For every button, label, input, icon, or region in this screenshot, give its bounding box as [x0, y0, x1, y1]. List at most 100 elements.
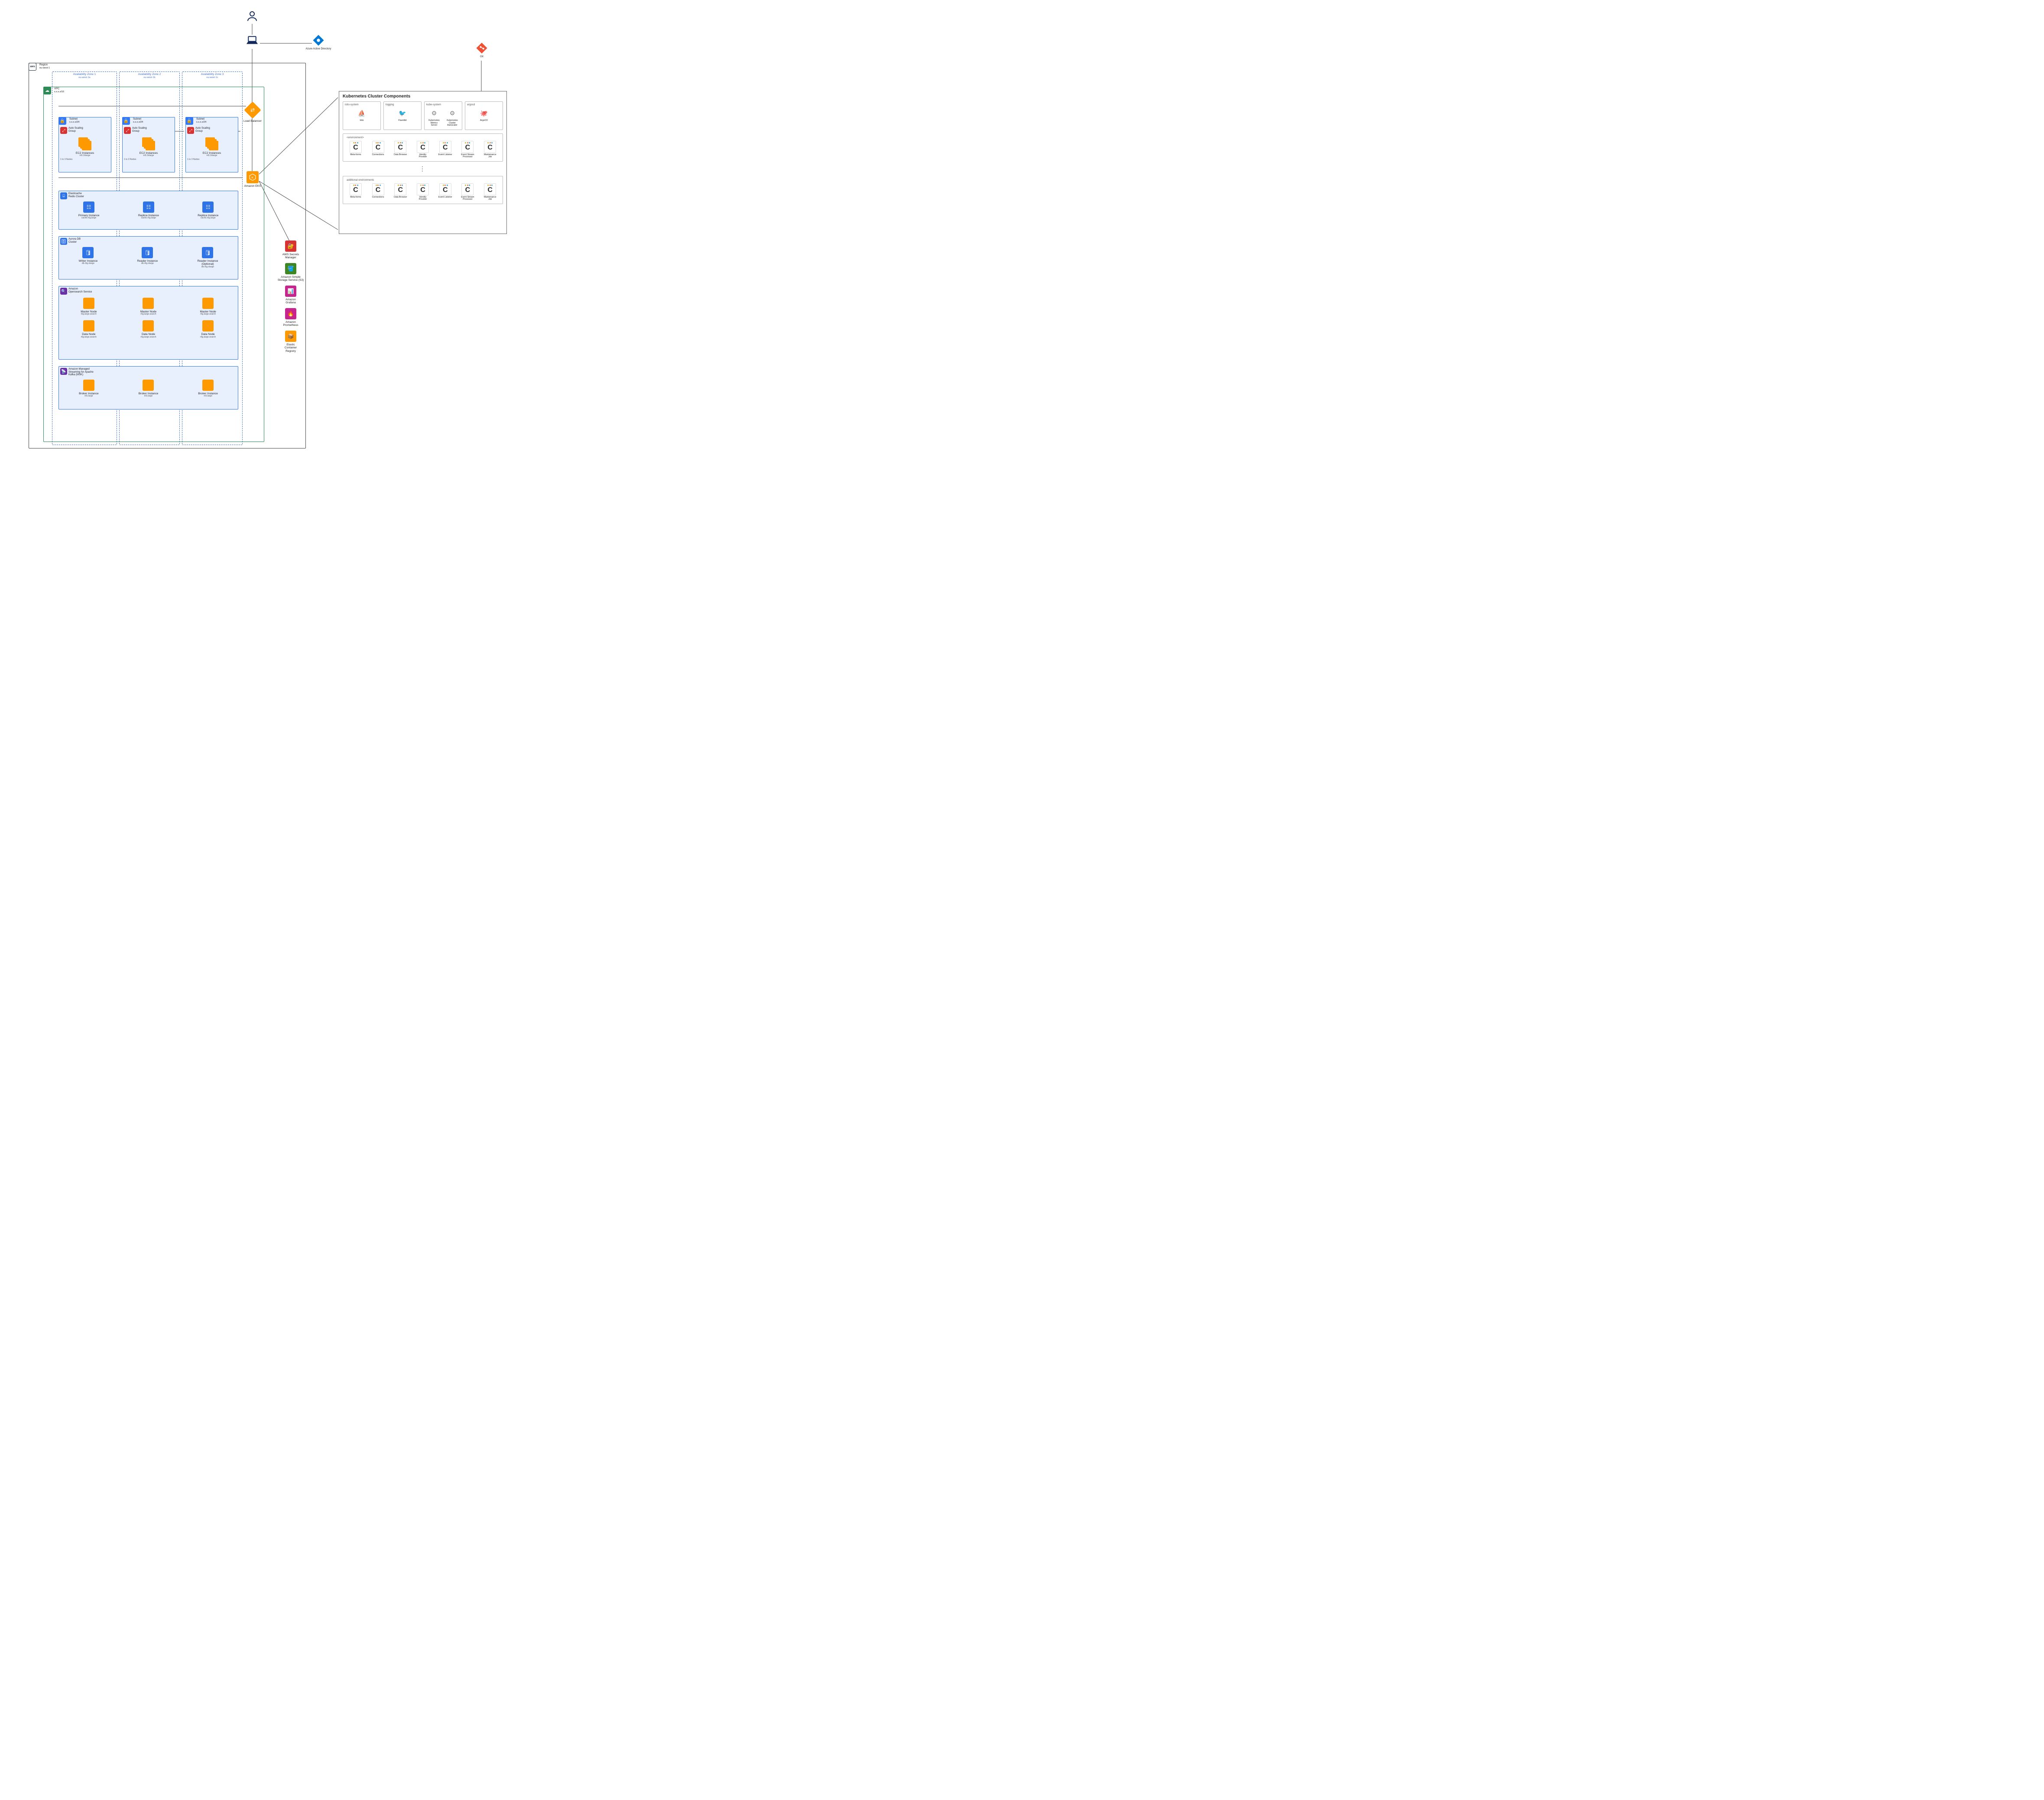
app-logo: C	[417, 141, 429, 153]
namespace-title: istio-system	[345, 104, 379, 106]
asg-1-label: Auto Scaling Group	[68, 127, 83, 133]
app-logo: C	[484, 141, 496, 153]
aurora-frame: 🗄Aurora DB Cluster 🛢Writer Instancedb.r6…	[58, 236, 238, 279]
lock-icon: 🔒	[185, 117, 193, 125]
app-logo: C	[394, 141, 406, 153]
k8s-title: Kubernetes Cluster Components	[343, 94, 506, 99]
app-label: Meta-forms	[350, 196, 361, 199]
azure-ad-icon: Azure Active Directory	[303, 34, 334, 51]
subnet-1-label: Subnet	[69, 118, 78, 120]
msk-title: Amazon Managed Streaming for Apache Kafk…	[68, 368, 94, 377]
aws-service-elastic-container-registry: 📦Elastic Container Registry	[285, 331, 297, 353]
app-meta-forms: CMeta-forms	[346, 141, 366, 159]
k8s-env-label: <environment>	[347, 136, 500, 139]
msk-b3-type: m5.large	[198, 395, 218, 398]
k8s-env-additional-label: additional environments	[347, 179, 500, 182]
git-label: Git	[480, 55, 483, 58]
app-logo: C	[372, 141, 384, 153]
asg-icon: ⤢	[124, 127, 131, 134]
vpc-icon: ☁	[43, 87, 51, 94]
laptop-icon	[239, 34, 265, 47]
component-icon: ⛵	[356, 107, 367, 119]
ns-item-fluentbit: 🐦Fluentbit	[393, 107, 412, 122]
service-label: Amazon Prometheus	[283, 321, 298, 327]
user-icon	[239, 10, 265, 23]
app-logo: C	[372, 183, 384, 195]
node-icon	[202, 380, 214, 391]
region-sub: eu-west-1	[39, 67, 50, 69]
aurora-writer-type: db.r6g.xlarge	[79, 263, 98, 265]
aws-logo-icon: aws	[29, 63, 36, 71]
az-2-label: Availability Zone 2	[138, 73, 161, 76]
aws-service-amazon-grafana: 📊Amazon Grafana	[285, 286, 296, 305]
diagram-canvas: Azure Active Directory Git aws Regioneu-…	[0, 0, 520, 459]
component-label: Kubernetes Cluster Autoscaler	[447, 120, 458, 127]
app-logo: C	[394, 183, 406, 195]
db-icon: ☷	[202, 201, 214, 213]
app-event-listener: CEvent Listener	[435, 183, 455, 201]
vpc-label: VPC	[54, 88, 59, 90]
k8s-env-box-2: additional environments CMeta-formsCConn…	[343, 176, 503, 204]
component-label: Fluentbit	[398, 120, 406, 122]
az-3-sub: eu-west-1c	[207, 76, 218, 79]
ns-item-kubernetes-metrics-server: ⚙Kubernetes Metrics Server	[426, 107, 442, 127]
opensearch-frame: 🔍Amazon Opensearch Service Master Noder6…	[58, 286, 238, 360]
elasticache-title: Elasticache Redis Cluster	[68, 192, 84, 198]
node-icon	[83, 298, 94, 309]
app-label: Identity Provider	[419, 196, 427, 201]
ec-replica2-type: cache.r6g.large	[198, 217, 218, 220]
app-logo: C	[484, 183, 496, 195]
ellipsis-icon: ⋮	[339, 165, 506, 172]
namespace-title: argocd	[467, 104, 501, 106]
namespace-kube-system: kube-system⚙Kubernetes Metrics Server⚙Ku…	[424, 101, 462, 130]
aws-services-column: 🔐AWS Secrets Manager🪣Amazon Simple Stora…	[276, 240, 306, 353]
app-data-browser: CData Browser	[390, 141, 410, 159]
subnet-2-range: 1 to 3 Nodes	[123, 157, 175, 162]
subnet-3: 🔒Subnetx.x.x.x/24 ⤢Auto Scaling Group EC…	[185, 117, 238, 172]
app-label: Connections	[372, 154, 384, 156]
subnet-2-cidr: x.x.x.x/24	[133, 121, 143, 123]
app-logo: C	[417, 183, 429, 195]
service-label: Elastic Container Registry	[285, 343, 297, 353]
lock-icon: 🔒	[122, 117, 130, 125]
service-icon: 🔥	[285, 308, 296, 319]
aws-service-amazon-prometheus: 🔥 Amazon Prometheus	[283, 308, 298, 327]
node-icon	[143, 320, 154, 331]
asg-2-label: Auto Scaling Group	[132, 127, 147, 133]
asg-icon: ⤢	[60, 127, 67, 134]
ns-item-kubernetes-cluster-autoscaler: ⚙Kubernetes Cluster Autoscaler	[444, 107, 460, 127]
os-d1-type: r6g.large.search	[81, 336, 97, 339]
db-icon: ☷	[83, 201, 94, 213]
ns-item-istio: ⛵Istio	[352, 107, 371, 122]
k8s-namespaces-row: istio-system⛵Istiologging🐦Fluentbitkube-…	[339, 101, 506, 130]
aurora-icon: 🗄	[60, 238, 67, 245]
ec2-stack-icon	[205, 137, 218, 150]
eks-label: Amazon EKS	[244, 185, 261, 188]
app-label: Event Stream Processor	[461, 196, 474, 201]
asg-3-label: Auto Scaling Group	[195, 127, 210, 133]
aws-service-aws-secrets-manager: 🔐AWS Secrets Manager	[282, 240, 299, 260]
app-event-stream-processor: CEvent Stream Processor	[458, 183, 478, 201]
namespace-logging: logging🐦Fluentbit	[383, 101, 422, 130]
app-logo: C	[350, 183, 362, 195]
opensearch-icon: 🔍	[60, 288, 67, 295]
elasticache-icon: ⌸	[60, 192, 67, 199]
subnet-2: 🔒Subnetx.x.x.x/24 ⤢Auto Scaling Group EC…	[122, 117, 175, 172]
subnet-1-range: 1 to 3 Nodes	[59, 157, 111, 162]
load-balancer-icon: ⇄	[250, 107, 255, 113]
app-label: Meta-forms	[350, 154, 361, 156]
component-label: Kubernetes Metrics Server	[428, 120, 440, 127]
az-1-label: Availability Zone 1	[73, 73, 96, 76]
subnet-3-label: Subnet	[196, 118, 204, 120]
app-meta-forms: CMeta-forms	[346, 183, 366, 201]
service-icon: 📊	[285, 286, 296, 297]
node-icon	[202, 298, 214, 309]
namespace-istio-system: istio-system⛵Istio	[343, 101, 381, 130]
component-icon: ⚙	[428, 107, 440, 119]
db-icon: 🛢	[202, 247, 213, 258]
eks-icon: K	[249, 173, 256, 181]
msk-b1-type: m5.large	[79, 395, 99, 398]
app-label: Event Listener	[438, 154, 452, 156]
opensearch-title: Amazon Opensearch Service	[68, 288, 92, 293]
app-maintenance-job: CMaintenance Job	[480, 141, 500, 159]
